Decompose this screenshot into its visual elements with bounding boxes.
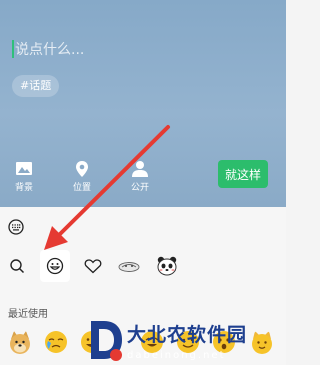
tab-emoji[interactable]	[40, 250, 70, 282]
tab-panda-pack[interactable]	[152, 250, 182, 282]
text-caret	[12, 40, 14, 58]
tab-search[interactable]	[2, 250, 32, 282]
emoji-tab-bar	[0, 250, 286, 284]
location-tool-button[interactable]: 位置	[64, 160, 100, 193]
site-watermark: 大北农软件园 dabeinong.net	[88, 318, 247, 362]
search-icon	[10, 259, 25, 274]
crying-face-emoji[interactable]	[44, 330, 68, 354]
post-text-placeholder: 说点什么...	[15, 42, 85, 58]
confirm-post-button[interactable]: 就这样	[218, 160, 268, 188]
post-text-input[interactable]: 说点什么...	[12, 39, 84, 59]
watermark-url: dabeinong.net	[127, 350, 226, 361]
sticker-icon	[118, 262, 140, 272]
compose-area: 说点什么... #话题 背景 位置 公开 就这样	[0, 0, 286, 207]
location-tool-label: 位置	[72, 183, 91, 193]
heart-icon	[84, 259, 102, 274]
background-tool-label: 背景	[14, 183, 33, 193]
recent-section-title: 最近使用	[8, 309, 48, 320]
tab-favorites[interactable]	[78, 250, 108, 282]
tab-sticker-pack[interactable]	[114, 250, 144, 282]
keyboard-icon[interactable]	[8, 219, 24, 235]
watermark-site-name: 大北农软件园	[127, 324, 248, 346]
topic-chip[interactable]: #话题	[12, 75, 60, 97]
watermark-logo-icon	[91, 321, 122, 361]
doge-emoji[interactable]	[8, 330, 32, 354]
person-icon	[132, 161, 148, 177]
keyboard-toggle-row	[0, 207, 286, 249]
visibility-tool-label: 公开	[130, 183, 149, 193]
cat-face-emoji[interactable]	[250, 330, 274, 354]
visibility-tool-button[interactable]: 公开	[122, 160, 158, 193]
image-icon	[16, 162, 32, 175]
location-pin-icon	[76, 161, 88, 177]
background-tool-button[interactable]: 背景	[6, 160, 42, 193]
smiley-icon	[46, 257, 64, 275]
panda-icon	[157, 256, 177, 276]
